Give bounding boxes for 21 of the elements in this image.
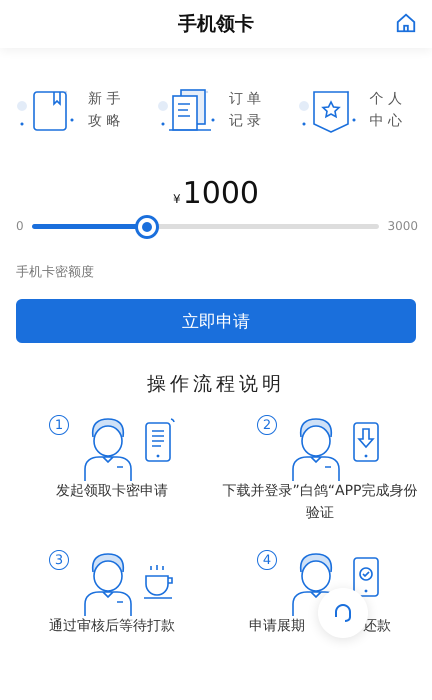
- slider-min: 0: [16, 219, 24, 233]
- shortcut-link[interactable]: 订 单 记 录: [228, 90, 262, 130]
- step-number: 3: [49, 550, 69, 570]
- step-text: 申请展期: [249, 617, 305, 636]
- amount-label: 手机卡密额度: [15, 264, 95, 281]
- amount-value: 1000: [182, 176, 259, 211]
- currency-sign: ¥: [173, 192, 181, 206]
- slider-handle[interactable]: [135, 214, 160, 238]
- shortcut-link[interactable]: 个 人 中 心: [370, 90, 402, 130]
- slider-max: 3000: [387, 219, 418, 233]
- step-text: 通过审核后等待打款: [49, 617, 175, 636]
- step-number: 1: [49, 415, 69, 435]
- step-number: 2: [257, 415, 277, 435]
- step-number: 4: [257, 550, 277, 570]
- page-title: 手机领卡: [178, 12, 254, 37]
- shortcut-link[interactable]: 新 手 攻 略: [88, 90, 120, 130]
- apply-button[interactable]: 立即申请: [16, 299, 416, 343]
- step-text: 发起领取卡密申请: [56, 482, 168, 501]
- step-text: 下载并登录”白鸽“APP完成身份验证: [222, 482, 418, 523]
- section-title: 操作流程说明: [146, 372, 286, 397]
- home-icon: [395, 12, 417, 34]
